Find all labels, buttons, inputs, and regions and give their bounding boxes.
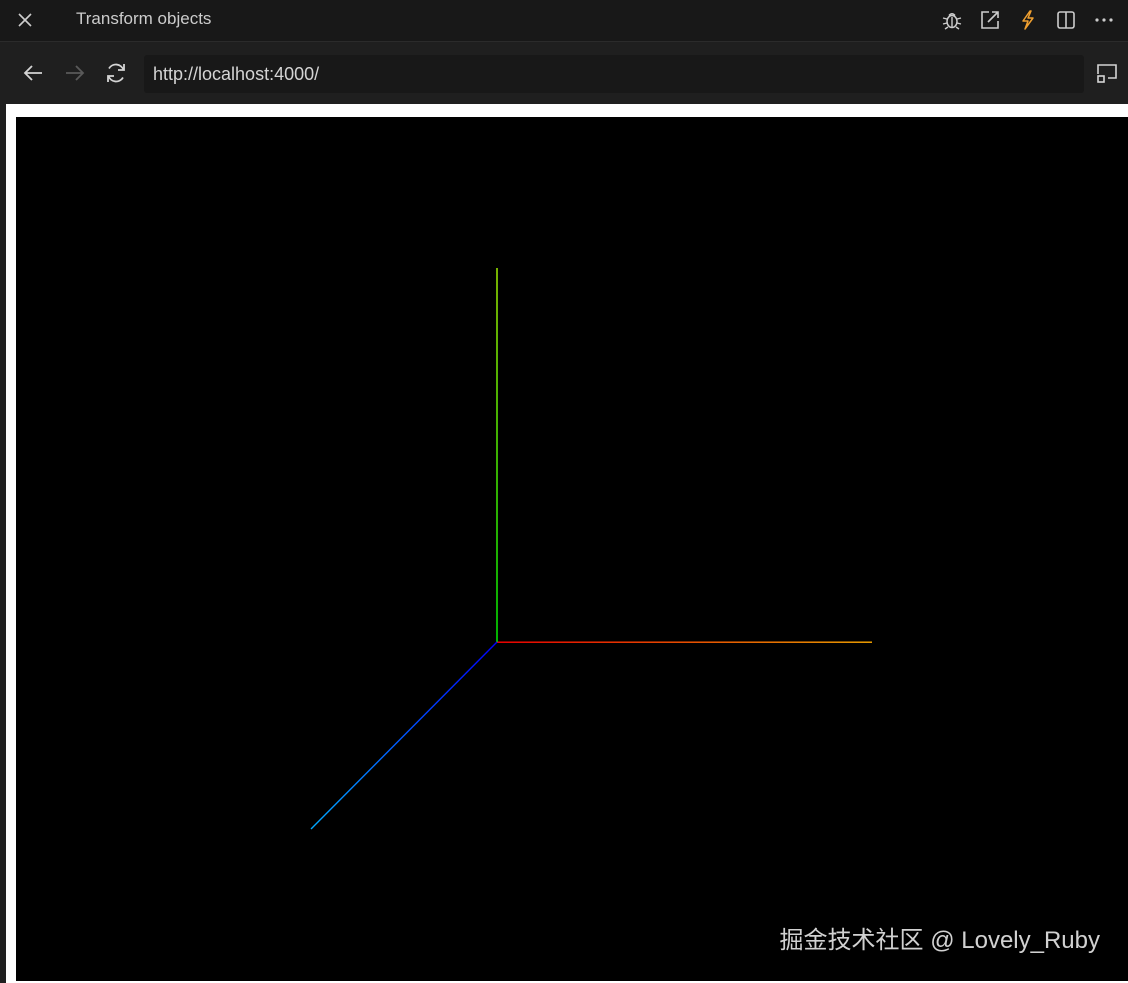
browser-viewport: 掘金技术社区 @ Lovely_Ruby: [6, 104, 1128, 983]
x-axis-line: [497, 641, 872, 643]
tab-title: Transform objects: [76, 9, 212, 28]
open-external-icon[interactable]: [976, 6, 1004, 34]
refresh-icon[interactable]: [101, 58, 131, 88]
more-icon[interactable]: [1090, 6, 1118, 34]
arrow-right-icon[interactable]: [60, 58, 90, 88]
webgl-canvas[interactable]: 掘金技术社区 @ Lovely_Ruby: [16, 117, 1128, 981]
tab-actions: [938, 6, 1118, 34]
tab-bar: Transform objects: [0, 0, 1128, 42]
bug-icon[interactable]: [938, 6, 966, 34]
url-input[interactable]: http://localhost:4000/: [144, 55, 1084, 93]
lightning-icon[interactable]: [1014, 6, 1042, 34]
axes-helper: [310, 268, 872, 830]
close-icon[interactable]: [12, 7, 38, 33]
screencast-icon[interactable]: [1092, 58, 1122, 88]
y-axis-line: [496, 268, 498, 642]
navigation-bar: http://localhost:4000/: [0, 42, 1128, 104]
arrow-left-icon[interactable]: [18, 58, 48, 88]
split-editor-icon[interactable]: [1052, 6, 1080, 34]
z-axis-line: [310, 641, 498, 830]
watermark: 掘金技术社区 @ Lovely_Ruby: [779, 927, 1100, 954]
